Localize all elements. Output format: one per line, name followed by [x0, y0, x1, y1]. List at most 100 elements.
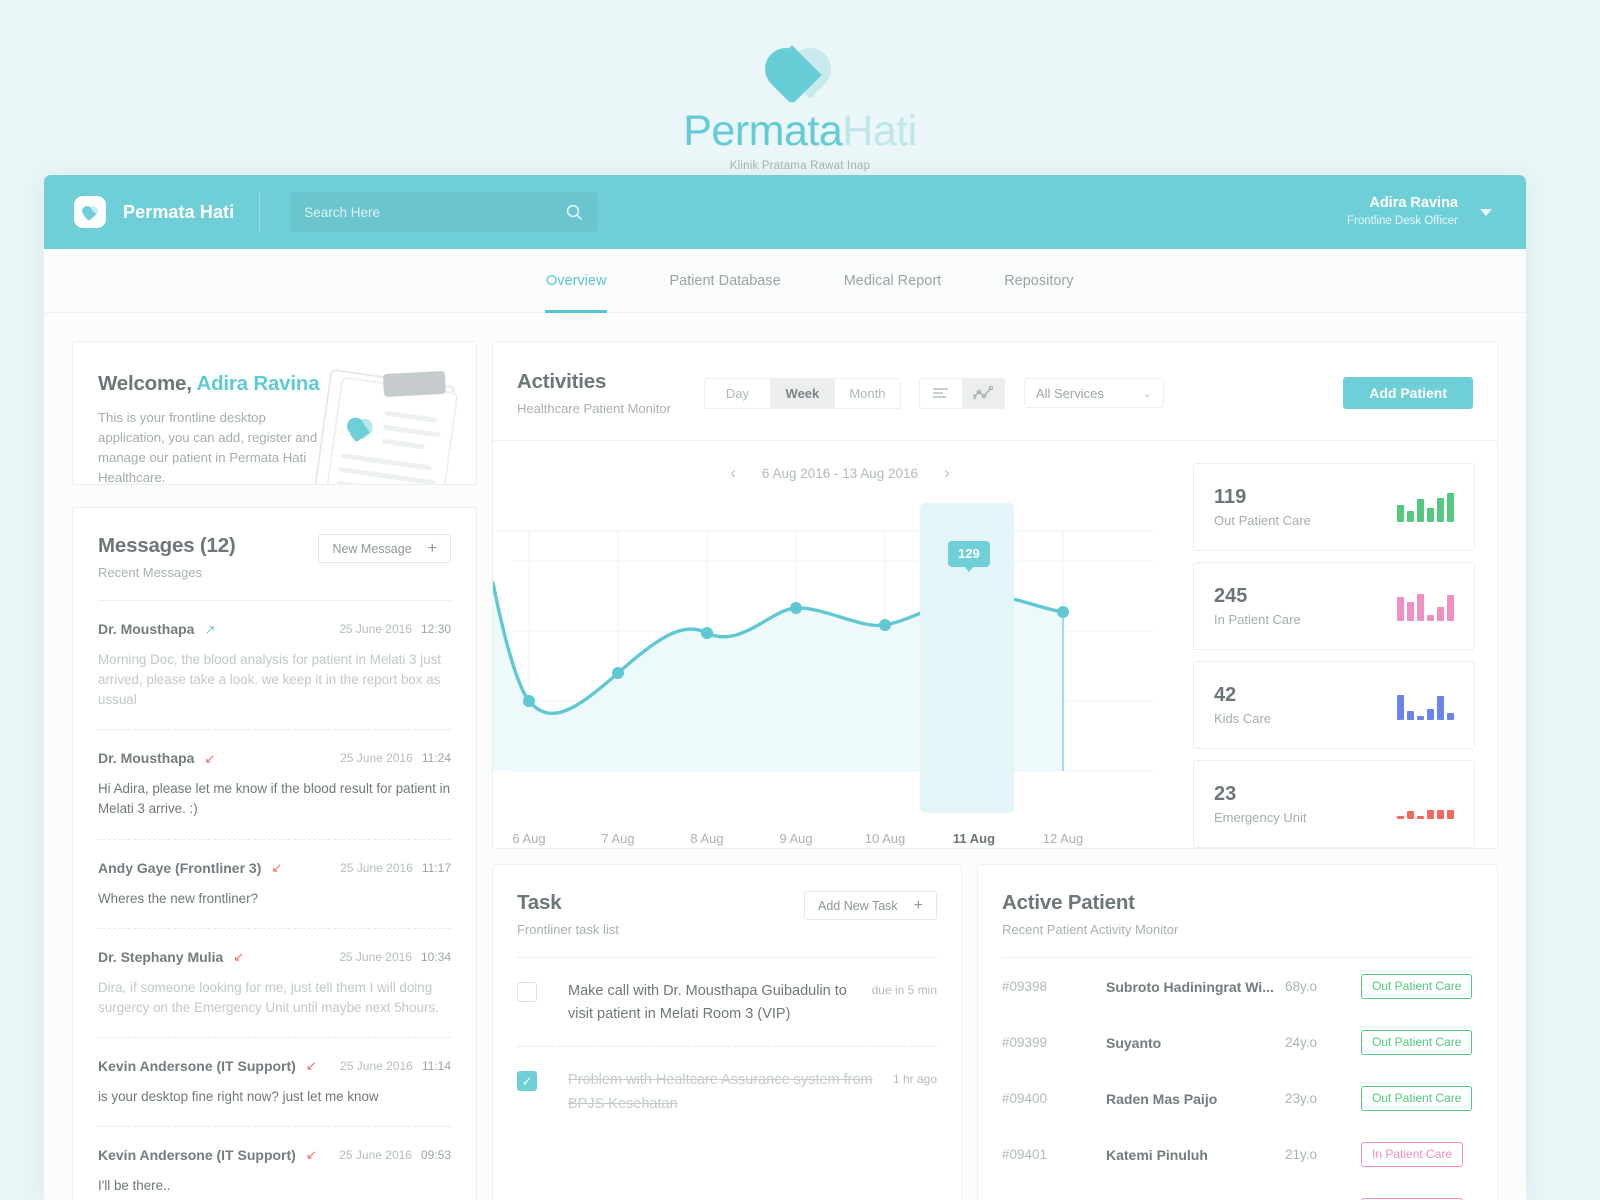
range-segmented-control: Day Week Month: [703, 377, 901, 409]
message-meta: 25 June 2016 10:34: [339, 950, 451, 964]
message-incoming-arrow-icon: ↙: [305, 1147, 317, 1163]
line-chart-icon[interactable]: [961, 378, 1004, 408]
chevron-down-icon: ⌄: [1142, 387, 1152, 400]
activities-panel: Activities Healthcare Patient Monitor Da…: [492, 341, 1498, 849]
tab-medical-report[interactable]: Medical Report: [844, 249, 942, 312]
activities-subtitle: Healthcare Patient Monitor: [517, 401, 671, 416]
message-meta: 25 June 2016 12:30: [339, 622, 451, 636]
activities-body: ‹ 6 Aug 2016 - 13 Aug 2016 › 129 6 Aug 7…: [493, 441, 1497, 848]
tab-repository[interactable]: Repository: [1004, 249, 1073, 312]
task-item[interactable]: Problem with Healtcare Assurance system …: [517, 1047, 937, 1135]
message-item[interactable]: Dr. Mousthapa ↗ 25 June 2016 12:30 Mornin…: [98, 601, 451, 731]
message-sender: Andy Gaye (Frontliner 3): [98, 859, 262, 876]
chart-container: ‹ 6 Aug 2016 - 13 Aug 2016 › 129 6 Aug 7…: [493, 463, 1187, 848]
status-badge[interactable]: In Patient Care: [1361, 1142, 1464, 1167]
tab-repository-label: Repository: [1004, 272, 1074, 289]
task-text: Make call with Dr. Mousthapa Guibadulin …: [568, 983, 847, 1023]
stat-card-emergency-unit[interactable]: 23 Emergency Unit: [1193, 760, 1475, 848]
add-new-task-button[interactable]: Add New Task +: [803, 891, 937, 920]
patient-age: 21y.o: [1285, 1147, 1318, 1162]
chart-x-axis: 6 Aug 7 Aug 8 Aug 9 Aug 10 Aug 11 Aug 12…: [493, 831, 1187, 851]
message-sender: Kevin Andersone (IT Support): [98, 1146, 296, 1163]
prev-week-button[interactable]: ‹: [730, 463, 736, 483]
user-name: Adira Ravina: [1369, 195, 1458, 212]
table-row[interactable]: #09398 Subroto Hadiningrat Wi... 68y.o O…: [1002, 958, 1473, 1014]
brand-tagline: Klinik Pratama Rawat Inap: [729, 160, 871, 172]
new-message-button[interactable]: New Message +: [318, 534, 451, 563]
sparkline-bars: [1397, 789, 1454, 819]
line-chart: 129 6 Aug 7 Aug 8 Aug 9 Aug 10 Aug 11 Au…: [493, 503, 1187, 846]
stat-label: In Patient Care: [1214, 612, 1301, 627]
list-view-icon[interactable]: [920, 379, 962, 408]
message-body: is your desktop fine right now? just let…: [98, 1088, 379, 1104]
message-item[interactable]: Kevin Andersone (IT Support) ↙ 25 June 2…: [98, 1127, 451, 1200]
app-logo-icon[interactable]: [74, 196, 106, 228]
message-time: 11:24: [421, 751, 451, 766]
next-week-button[interactable]: ›: [944, 463, 950, 483]
status-badge[interactable]: Out Patient Care: [1361, 974, 1473, 999]
message-body: I'll be there..: [98, 1177, 171, 1193]
message-sender: Kevin Andersone (IT Support): [98, 1057, 296, 1074]
search-placeholder: Search Here: [304, 204, 381, 220]
task-text: Problem with Healtcare Assurance system …: [568, 1072, 873, 1112]
table-row[interactable]: #09399 Suyanto 24y.o Out Patient Care: [1002, 1014, 1473, 1070]
patient-name: Subroto Hadiningrat Wi...: [1106, 978, 1274, 995]
x-tick-label: 9 Aug: [779, 831, 813, 846]
user-menu[interactable]: Adira Ravina Frontline Desk Officer: [1347, 194, 1458, 229]
chevron-down-icon[interactable]: [1480, 208, 1492, 216]
x-tick-label: 7 Aug: [601, 831, 635, 846]
message-body: Hi Adira, please let me know if the bloo…: [98, 781, 451, 817]
status-badge[interactable]: Out Patient Care: [1361, 1086, 1473, 1111]
active-patient-panel: Active Patient Recent Patient Activity M…: [977, 864, 1498, 1200]
tab-overview[interactable]: Overview: [544, 249, 608, 313]
service-filter-select[interactable]: All Services ⌄: [1023, 378, 1164, 408]
stat-card-kids-care[interactable]: 42 Kids Care: [1193, 661, 1475, 749]
search-input[interactable]: Search Here: [290, 192, 598, 232]
table-row[interactable]: #09400 Raden Mas Paijo 23y.o Out Patient…: [1002, 1070, 1473, 1126]
message-item[interactable]: Andy Gaye (Frontliner 3) ↙ 25 June 2016 1…: [98, 840, 451, 929]
message-date: 25 June 2016: [339, 949, 412, 964]
x-tick-label: 10 Aug: [864, 831, 906, 846]
stat-value: 23: [1214, 783, 1237, 805]
right-column: Activities Healthcare Patient Monitor Da…: [492, 341, 1498, 1200]
activities-header: Activities Healthcare Patient Monitor Da…: [493, 342, 1497, 441]
tab-patient-database[interactable]: Patient Database: [669, 249, 780, 312]
range-option-month[interactable]: Month: [835, 379, 900, 408]
brand-name: PermataHati: [0, 110, 1600, 153]
stat-card-out-patient-care[interactable]: 119 Out Patient Care: [1193, 463, 1475, 551]
add-patient-button[interactable]: Add Patient: [1343, 377, 1473, 409]
sparkline-bars: [1397, 492, 1454, 522]
dashboard-content: Welcome, Adira Ravina This is your front…: [44, 313, 1526, 1200]
range-option-week[interactable]: Week: [769, 378, 835, 408]
table-row[interactable]: #09402 Roni Patinarasani 56y.o In Patien…: [1002, 1182, 1473, 1200]
tab-patient-database-label: Patient Database: [669, 272, 781, 289]
sparkline-bars: [1397, 591, 1454, 621]
range-option-day[interactable]: Day: [705, 379, 770, 408]
patient-name: Katemi Pinuluh: [1106, 1146, 1208, 1163]
message-outgoing-arrow-icon: ↗: [204, 621, 216, 637]
activities-title: Activities: [517, 370, 607, 393]
stat-cards: 119 Out Patient Care 245 In Patient Care: [1187, 463, 1475, 848]
task-checkbox[interactable]: [517, 982, 537, 1002]
message-meta: 25 June 2016 11:14: [340, 1059, 451, 1073]
status-badge[interactable]: Out Patient Care: [1361, 1030, 1473, 1055]
table-row[interactable]: #09401 Katemi Pinuluh 21y.o In Patient C…: [1002, 1126, 1473, 1182]
task-subtitle: Frontliner task list: [517, 922, 619, 937]
sparkline-bars: [1397, 690, 1454, 720]
message-meta: 25 June 2016 11:24: [340, 751, 451, 765]
stat-value: 119: [1214, 486, 1247, 508]
lower-row: Task Frontliner task list Add New Task +…: [492, 864, 1498, 1200]
task-item[interactable]: Make call with Dr. Mousthapa Guibadulin …: [517, 958, 937, 1048]
message-date: 25 June 2016: [339, 622, 412, 636]
plus-icon: +: [427, 539, 437, 557]
message-item[interactable]: Kevin Andersone (IT Support) ↙ 25 June 2…: [98, 1038, 451, 1127]
message-item[interactable]: Dr. Stephany Mulia ↙ 25 June 2016 10:34 D…: [98, 929, 451, 1038]
patient-name: Raden Mas Paijo: [1106, 1090, 1218, 1107]
stat-card-in-patient-care[interactable]: 245 In Patient Care: [1193, 562, 1475, 650]
heart-logo-icon: [756, 39, 840, 106]
search-icon[interactable]: [566, 204, 583, 221]
stat-label: Out Patient Care: [1214, 513, 1311, 528]
message-item[interactable]: Dr. Mousthapa ↙ 25 June 2016 11:24 Hi Adi…: [98, 730, 451, 840]
task-checkbox-checked[interactable]: [517, 1071, 537, 1092]
plus-icon: +: [913, 896, 923, 914]
